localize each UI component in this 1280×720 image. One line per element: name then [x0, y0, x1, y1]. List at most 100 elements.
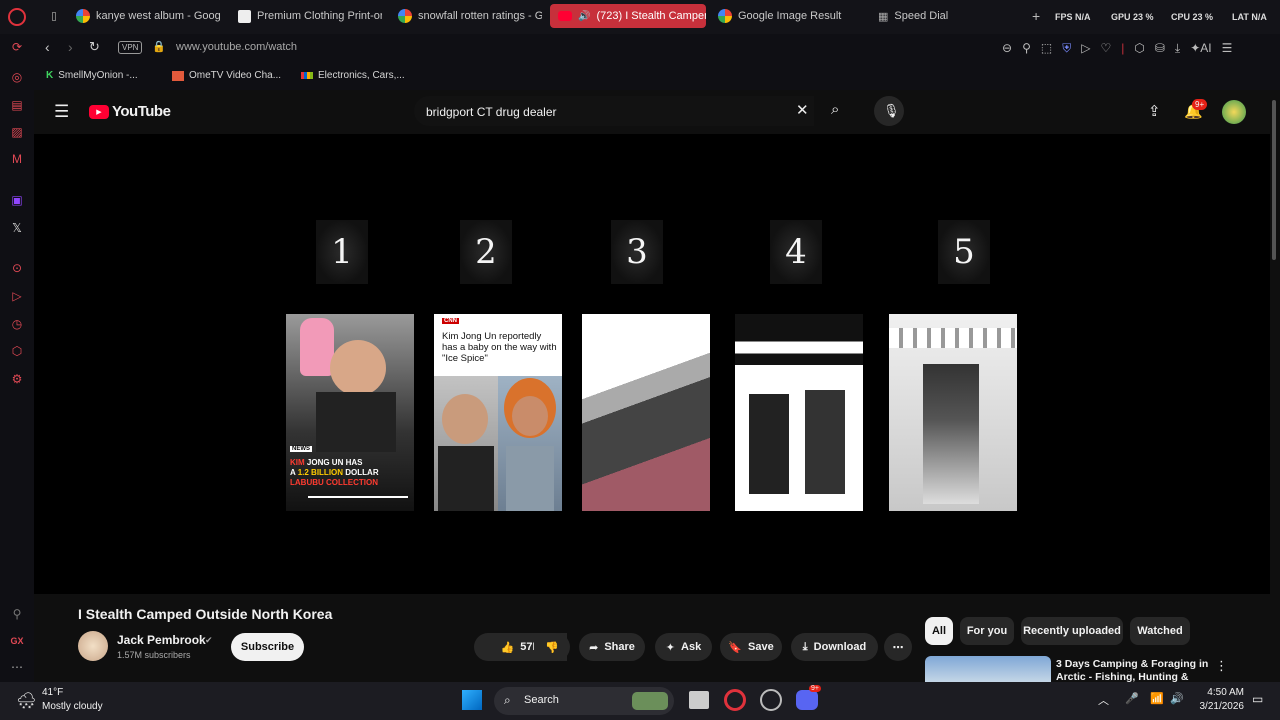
- clock-date[interactable]: 3/21/2026: [1186, 701, 1245, 712]
- tab-label: (723) I Stealth Camper: [596, 10, 706, 22]
- opera-logo-icon[interactable]: [8, 8, 26, 26]
- extensions-icon[interactable]: ⬡: [1134, 41, 1144, 56]
- create-icon[interactable]: ⇪: [1148, 102, 1161, 120]
- tab-premium-clothing[interactable]: Premium Clothing Print-on: [230, 4, 382, 28]
- clear-search-icon[interactable]: ✕: [796, 101, 809, 119]
- workspace-icon[interactable]: ▤: [10, 98, 24, 112]
- vpn-badge[interactable]: VPN: [118, 41, 143, 54]
- reload-icon[interactable]: ↻: [89, 39, 100, 55]
- snapshot-icon[interactable]: ⬚: [1041, 41, 1052, 56]
- bookmark-smellmyonion[interactable]: K SmellMyOnion -...: [46, 70, 138, 81]
- chip-all[interactable]: All: [925, 617, 953, 645]
- weather-icon: 🌨: [16, 693, 37, 710]
- new-tab-icon[interactable]: +: [1032, 8, 1040, 24]
- search-input[interactable]: bridgport CT drug dealer: [426, 105, 557, 119]
- chip-for-you[interactable]: For you: [960, 617, 1014, 645]
- shield-icon[interactable]: ⛨: [1062, 41, 1071, 56]
- send-icon[interactable]: ▷: [10, 289, 24, 303]
- sync-icon[interactable]: ⟳: [10, 40, 24, 54]
- bookmark-ometv[interactable]: OmeTV Video Cha...: [172, 70, 281, 81]
- discord-icon[interactable]: [796, 690, 818, 710]
- wifi-icon[interactable]: 📶: [1150, 692, 1164, 705]
- player-icon[interactable]: ⊙: [10, 261, 24, 275]
- tab-label: kanye west album - Googl: [96, 10, 220, 22]
- more-icon[interactable]: ⋯: [10, 660, 24, 674]
- search-icon[interactable]: ⌕: [831, 101, 839, 118]
- save-button[interactable]: 🔖 Save: [720, 633, 782, 661]
- tab-youtube-active[interactable]: 🔊 (723) I Stealth Camper: [550, 4, 706, 28]
- site-icon: [238, 9, 251, 23]
- hamburger-icon[interactable]: ☰: [54, 102, 69, 122]
- speaker-icon[interactable]: 🔊: [578, 11, 590, 22]
- twitch-icon[interactable]: ▣: [10, 193, 24, 207]
- gx-icon[interactable]: GX: [10, 634, 24, 648]
- wallet-icon[interactable]: ⛁: [1155, 41, 1165, 56]
- settings-icon[interactable]: ⚙: [10, 372, 24, 386]
- task-view-icon[interactable]: [689, 691, 709, 709]
- mic-tray-icon[interactable]: 🎤: [1125, 692, 1139, 705]
- windows-start-icon[interactable]: [462, 690, 482, 710]
- youtube-logo[interactable]: ▶ YouTube: [89, 103, 171, 120]
- tab-speed-dial[interactable]: ▦ Speed Dial: [870, 4, 1000, 28]
- channel-name[interactable]: Jack Pembrook: [117, 633, 206, 647]
- tab-google-image[interactable]: Google Image Result: [710, 4, 860, 28]
- tab-kanye[interactable]: kanye west album - Googl: [68, 4, 220, 28]
- steam-icon[interactable]: [760, 689, 782, 711]
- ai-icon[interactable]: ✦AI: [1190, 41, 1211, 56]
- zoom-icon[interactable]: ⊖: [1002, 41, 1012, 56]
- back-icon[interactable]: ‹: [45, 39, 50, 55]
- clock-time[interactable]: 4:50 AM: [1198, 687, 1244, 698]
- url-field[interactable]: www.youtube.com/watch: [176, 41, 297, 53]
- pixelated-thumbnail-4: [735, 314, 863, 511]
- play-icon[interactable]: ▷: [1081, 41, 1090, 56]
- share-button[interactable]: ➦ Share: [579, 633, 645, 661]
- dislike-button[interactable]: 👎: [534, 633, 570, 661]
- chip-watched[interactable]: Watched: [1130, 617, 1190, 645]
- tray-chevron-icon[interactable]: ︿: [1098, 692, 1109, 708]
- download-icon: ⤓: [802, 640, 808, 653]
- rec-title[interactable]: 3 Days Camping & Foraging in Arctic - Fi…: [1056, 658, 1216, 682]
- download-button[interactable]: ⤓ Download: [791, 633, 878, 661]
- gx-corner-icon[interactable]: ⚲: [10, 607, 24, 621]
- bookmark-label: SmellMyOnion -...: [58, 70, 138, 81]
- discord-badge: 9+: [809, 685, 821, 692]
- bookmark-label: OmeTV Video Cha...: [189, 70, 282, 81]
- notification-icon[interactable]: ▭: [1252, 692, 1263, 706]
- extensions-sidebar-icon[interactable]: ⬡: [10, 344, 24, 358]
- menu-icon[interactable]: ☰: [1222, 41, 1233, 56]
- scrollbar[interactable]: [1272, 100, 1276, 260]
- aria-icon[interactable]: ◎: [10, 70, 24, 84]
- ask-button[interactable]: ✦ Ask: [655, 633, 712, 661]
- channel-avatar[interactable]: [78, 631, 108, 661]
- temperature[interactable]: 41°F: [42, 687, 63, 698]
- notes-icon[interactable]: ▨: [10, 125, 24, 139]
- cpu-stat: CPU 23 %: [1171, 12, 1213, 22]
- save-label: Save: [748, 641, 774, 653]
- lock-icon[interactable]: 🔒: [152, 40, 166, 53]
- lat-label: LAT: [1232, 12, 1249, 22]
- subscribe-button[interactable]: Subscribe: [231, 633, 304, 661]
- ebay-icon: [301, 72, 313, 79]
- more-actions-button[interactable]: ⋯: [884, 633, 912, 661]
- x-icon[interactable]: 𝕏: [10, 221, 24, 235]
- messenger-icon[interactable]: M: [10, 152, 24, 166]
- volume-icon[interactable]: 🔊: [1170, 692, 1184, 705]
- mail-tab-icon[interactable]: [44, 4, 64, 28]
- avatar[interactable]: [1222, 100, 1246, 124]
- headline-red: LABUBU COLLECTION: [290, 478, 378, 487]
- pin-icon[interactable]: ⚲: [1022, 41, 1031, 56]
- history-icon[interactable]: ◷: [10, 317, 24, 331]
- tab-snowfall[interactable]: snowfall rotten ratings - G: [390, 4, 542, 28]
- chip-recently-uploaded[interactable]: Recently uploaded: [1021, 617, 1123, 645]
- opera-gx-taskbar-icon[interactable]: [724, 689, 746, 711]
- rec-menu-icon[interactable]: ⋮: [1215, 658, 1228, 674]
- taskbar-search[interactable]: ⌕ Search: [494, 687, 674, 715]
- heart-icon[interactable]: ♡: [1100, 41, 1111, 56]
- forward-icon[interactable]: ›: [68, 39, 73, 55]
- weather-text[interactable]: Mostly cloudy: [42, 701, 103, 712]
- rec-thumbnail[interactable]: [925, 656, 1051, 682]
- share-icon: ➦: [589, 641, 599, 654]
- voice-search-button[interactable]: 🎙: [874, 96, 904, 126]
- download-icon[interactable]: ⤓: [1175, 41, 1180, 56]
- bookmark-electronics[interactable]: Electronics, Cars,...: [301, 70, 405, 81]
